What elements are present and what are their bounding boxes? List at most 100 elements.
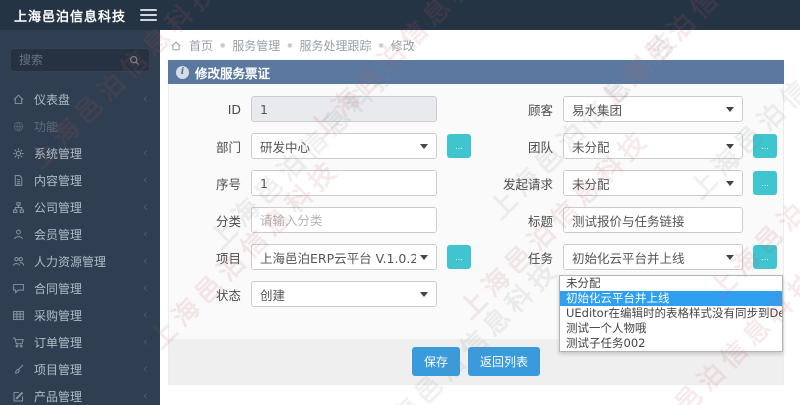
- ticket-form: ID 顾客 易水集团 部门 研发中心 ... 团队 未分配: [169, 84, 783, 307]
- breadcrumb-edit[interactable]: 修改: [391, 37, 415, 54]
- sidebar-item-hr[interactable]: 人力资源管理 ‹: [0, 248, 160, 275]
- comment-icon: [13, 283, 24, 294]
- status-select[interactable]: 创建: [251, 281, 437, 307]
- chevron-left-icon: ‹: [142, 92, 148, 107]
- id-field: [251, 96, 437, 122]
- save-button[interactable]: 保存: [411, 347, 460, 376]
- breadcrumb-home[interactable]: 首页: [189, 37, 213, 54]
- back-to-list-button[interactable]: 返回列表: [468, 347, 541, 376]
- sidebar-item-system[interactable]: 系统管理 ‹: [0, 140, 160, 167]
- chevron-down-icon: [726, 106, 734, 112]
- task-dropdown-list: 未分配 初始化云平台并上线 UEditor在编辑时的表格样式没有同步到Detai…: [559, 275, 783, 352]
- edit-ticket-panel: i 修改服务票证 ID 顾客 易水集团 部门 研发中心: [168, 60, 784, 385]
- panel-body: ID 顾客 易水集团 部门 研发中心 ... 团队 未分配: [168, 84, 784, 385]
- cart-icon: [13, 337, 24, 348]
- breadcrumb-separator: ●: [378, 42, 384, 49]
- users-icon: [12, 257, 25, 266]
- title-label: 标题: [527, 213, 553, 229]
- panel-header: i 修改服务票证: [168, 60, 784, 84]
- title-field[interactable]: [563, 207, 743, 233]
- sidebar-item-projects[interactable]: 项目管理 ‹: [0, 356, 160, 383]
- status-label: 状态: [215, 287, 241, 303]
- breadcrumb: 首页 ● 服务管理 ● 服务处理跟踪 ● 修改: [170, 37, 415, 54]
- category-field[interactable]: [251, 207, 437, 233]
- sidebar-item-dashboard[interactable]: 仪表盘 ‹: [0, 86, 160, 113]
- sidebar-item-orders[interactable]: 订单管理 ‹: [0, 329, 160, 356]
- task-label: 任务: [527, 250, 553, 266]
- task-more-button[interactable]: ...: [753, 245, 777, 269]
- sidebar-nav: 仪表盘 ‹ 功能 系统管理 ‹ 内容管理 ‹ 公司管理 ‹ 会员管理 ‹ 人力资…: [0, 86, 160, 405]
- home-icon: [171, 40, 181, 50]
- request-more-button[interactable]: ...: [753, 171, 777, 195]
- sidebar-item-procurement[interactable]: 采购管理 ‹: [0, 302, 160, 329]
- customer-label: 顾客: [527, 102, 553, 118]
- sidebar: 仪表盘 ‹ 功能 系统管理 ‹ 内容管理 ‹ 公司管理 ‹ 会员管理 ‹: [0, 30, 160, 405]
- id-label: ID: [227, 101, 241, 117]
- team-label: 团队: [527, 139, 553, 155]
- department-more-button[interactable]: ...: [447, 134, 471, 158]
- user-icon: [14, 229, 23, 240]
- chevron-left-icon: ‹: [142, 200, 148, 215]
- info-icon: i: [176, 65, 189, 79]
- serial-field[interactable]: [251, 170, 437, 196]
- chevron-down-icon: [726, 180, 734, 186]
- chevron-left-icon: ‹: [142, 227, 148, 242]
- brand-logo: 上海邑泊信息科技: [14, 9, 127, 25]
- request-label: 发起请求: [502, 176, 553, 192]
- chevron-down-icon: [420, 291, 428, 297]
- chevron-left-icon: ‹: [142, 281, 148, 296]
- sidebar-item-contracts[interactable]: 合同管理 ‹: [0, 275, 160, 302]
- top-bar: 上海邑泊信息科技: [0, 0, 800, 30]
- breadcrumb-service-mgmt[interactable]: 服务管理: [232, 37, 280, 54]
- search-input[interactable]: [19, 53, 128, 67]
- task-option-selected[interactable]: 初始化云平台并上线: [560, 291, 782, 306]
- home-icon: [13, 94, 24, 105]
- customer-select[interactable]: 易水集团: [563, 96, 743, 122]
- document-icon: [14, 175, 23, 186]
- department-select[interactable]: 研发中心: [251, 133, 437, 159]
- project-select[interactable]: 上海邑泊ERP云平台 V.1.0.20190316.: [251, 244, 437, 270]
- chevron-left-icon: ‹: [142, 362, 148, 377]
- chevron-left-icon: ‹: [142, 254, 148, 269]
- project-more-button[interactable]: ...: [447, 245, 471, 269]
- task-option-test-person[interactable]: 测试一个人物哦: [560, 321, 782, 336]
- chevron-left-icon: ‹: [142, 389, 148, 404]
- breadcrumb-separator: ●: [287, 42, 293, 49]
- sitemap-icon: [13, 202, 24, 213]
- table-icon: [13, 310, 24, 321]
- team-more-button[interactable]: ...: [753, 134, 777, 158]
- panel-title: 修改服务票证: [195, 65, 271, 81]
- project-label: 项目: [215, 250, 241, 266]
- chevron-left-icon: ‹: [142, 308, 148, 323]
- chevron-left-icon: ‹: [142, 335, 148, 350]
- chevron-left-icon: ‹: [142, 173, 148, 188]
- search-icon: [130, 55, 139, 65]
- breadcrumb-separator: ●: [220, 42, 226, 49]
- request-select[interactable]: 未分配: [563, 170, 743, 196]
- main-content: 首页 ● 服务管理 ● 服务处理跟踪 ● 修改 i 修改服务票证 ID 顾客 易…: [160, 30, 800, 405]
- sidebar-item-products[interactable]: 产品管理 ‹: [0, 383, 160, 405]
- task-select[interactable]: 初始化云平台并上线: [563, 244, 743, 270]
- sidebar-section-functions: 功能: [0, 113, 160, 140]
- sidebar-item-content[interactable]: 内容管理 ‹: [0, 167, 160, 194]
- sidebar-search[interactable]: [10, 48, 150, 72]
- gear-icon: [13, 148, 24, 159]
- chevron-down-icon: [420, 143, 428, 149]
- brush-icon: [15, 364, 24, 374]
- sidebar-item-company[interactable]: 公司管理 ‹: [0, 194, 160, 221]
- task-option-ueditor[interactable]: UEditor在编辑时的表格样式没有同步到Details.Project: [560, 306, 782, 321]
- sidebar-item-members[interactable]: 会员管理 ‹: [0, 221, 160, 248]
- serial-label: 序号: [215, 176, 241, 192]
- task-option-unassigned[interactable]: 未分配: [560, 276, 782, 291]
- chevron-down-icon: [726, 143, 734, 149]
- hamburger-menu-icon[interactable]: [140, 9, 158, 21]
- task-option-subtask002[interactable]: 测试子任务002: [560, 336, 782, 351]
- team-select[interactable]: 未分配: [563, 133, 743, 159]
- breadcrumb-service-tracking[interactable]: 服务处理跟踪: [300, 37, 372, 54]
- chevron-down-icon: [420, 254, 428, 260]
- globe-icon: [13, 121, 24, 132]
- chevron-down-icon: [726, 254, 734, 260]
- category-label: 分类: [215, 213, 241, 229]
- department-label: 部门: [215, 139, 241, 155]
- chevron-left-icon: ‹: [142, 146, 148, 161]
